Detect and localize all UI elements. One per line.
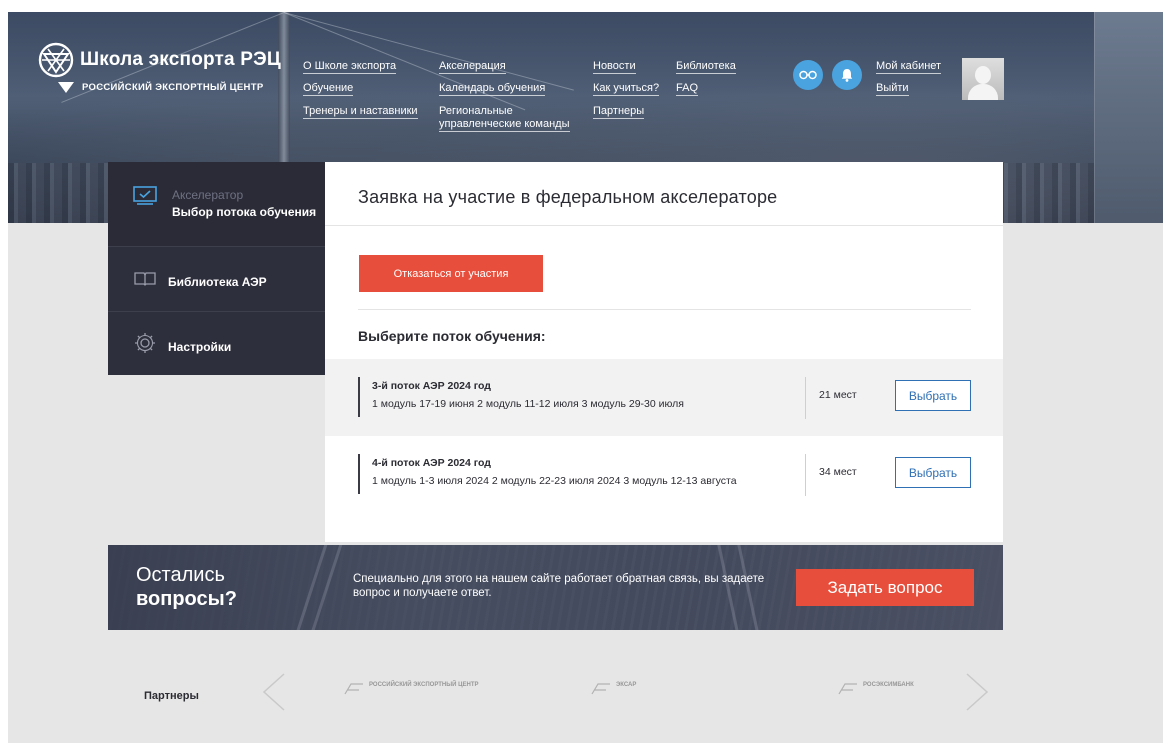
stream-name: 4-й поток АЭР 2024 год: [372, 457, 491, 469]
decline-participation-button[interactable]: Отказаться от участия: [359, 255, 543, 292]
user-avatar[interactable]: [962, 58, 1004, 100]
nav-partners[interactable]: Партнеры: [593, 105, 645, 119]
nav-learning[interactable]: Обучение: [303, 82, 354, 96]
hero-right-strip: [1094, 12, 1163, 223]
partner-logo[interactable]: ЭКСАР: [590, 682, 636, 696]
title-divider: [325, 225, 1003, 226]
select-stream-button[interactable]: Выбрать: [895, 380, 971, 411]
triangle-icon: [58, 82, 74, 93]
stream-name: 3-й поток АЭР 2024 год: [372, 380, 491, 392]
gear-icon: [135, 333, 155, 353]
stream-dates: 1 модуль 17-19 июня 2 модуль 11-12 июля …: [372, 398, 684, 410]
questions-banner: Остались вопросы? Специально для этого н…: [108, 545, 1003, 630]
nav-faq[interactable]: FAQ: [676, 82, 699, 96]
questions-text: Специально для этого на нашем сайте рабо…: [353, 573, 765, 599]
stream-divider: [805, 377, 806, 419]
partner-logo[interactable]: РОССИЙСКИЙ ЭКСПОРТНЫЙ ЦЕНТР: [343, 682, 479, 696]
partners-label: Партнеры: [144, 690, 199, 702]
ask-question-button[interactable]: Задать вопрос: [796, 569, 974, 606]
partner-logo[interactable]: РОСЭКСИМБАНК: [837, 682, 914, 696]
banner-decoration: [301, 545, 348, 630]
page-frame: Школа экспорта РЭЦ РОССИЙСКИЙ ЭКСПОРТНЫЙ…: [8, 12, 1163, 743]
stream-marker: [358, 377, 360, 417]
logo-globe-icon: [38, 42, 74, 78]
book-icon: [134, 272, 156, 286]
stream-marker: [358, 454, 360, 494]
partner-logo-text: ЭКСАР: [616, 682, 637, 688]
nav-library[interactable]: Библиотека: [676, 60, 736, 74]
nav-acceleration[interactable]: Акселерация: [439, 60, 506, 74]
sidebar: Акселератор Выбор потока обучения Библио…: [108, 162, 325, 375]
questions-heading-line1: Остались: [136, 564, 225, 586]
choose-stream-title: Выберите поток обучения:: [358, 328, 546, 344]
page-title: Заявка на участие в федеральном акселера…: [358, 187, 778, 207]
section-divider: [358, 309, 971, 310]
monitor-check-icon: [133, 186, 157, 205]
partner-logo-text: РОССИЙСКИЙ ЭКСПОРТНЫЙ ЦЕНТР: [369, 682, 479, 688]
notifications-button[interactable]: [832, 60, 862, 90]
sidebar-item-label: Библиотека АЭР: [168, 275, 267, 289]
bridge-cable: [283, 12, 574, 91]
avatar-body: [968, 84, 998, 100]
logo-subtitle-text: РОССИЙСКИЙ ЭКСПОРТНЫЙ ЦЕНТР: [82, 82, 264, 93]
partner-logo-text: РОСЭКСИМБАНК: [863, 682, 914, 688]
stream-row: 3-й поток АЭР 2024 год 1 модуль 17-19 ию…: [325, 359, 1003, 436]
nav-regional-teams[interactable]: управленческие команды: [439, 118, 570, 132]
questions-heading-line2: вопросы?: [136, 588, 237, 610]
nav-calendar[interactable]: Календарь обучения: [439, 82, 546, 96]
stream-dates: 1 модуль 1-3 июля 2024 2 модуль 22-23 ию…: [372, 475, 737, 487]
nav-regional[interactable]: Региональные: [439, 105, 513, 118]
stream-row: 4-й поток АЭР 2024 год 1 модуль 1-3 июля…: [325, 436, 1003, 513]
chevron-right-icon[interactable]: [963, 672, 991, 712]
bell-icon: [841, 69, 853, 82]
sidebar-item-label: Настройки: [168, 340, 232, 354]
nav-cabinet[interactable]: Мой кабинет: [876, 60, 942, 74]
chevron-left-icon[interactable]: [260, 672, 288, 712]
nav-trainers[interactable]: Тренеры и наставники: [303, 105, 418, 119]
select-stream-button[interactable]: Выбрать: [895, 457, 971, 488]
avatar-head: [975, 66, 991, 84]
partner-logo-mark-icon: [344, 683, 363, 695]
site-logo[interactable]: Школа экспорта РЭЦ: [38, 42, 281, 78]
nav-news[interactable]: Новости: [593, 60, 636, 74]
stream-seats: 21 мест: [819, 389, 857, 401]
sidebar-item-settings[interactable]: Настройки: [108, 312, 325, 375]
nav-logout[interactable]: Выйти: [876, 82, 909, 96]
glasses-icon: [799, 70, 817, 80]
nav-how-to-learn[interactable]: Как учиться?: [593, 82, 660, 96]
logo-title: Школа экспорта РЭЦ: [80, 49, 281, 70]
partner-logo-mark-icon: [591, 683, 610, 695]
accessibility-button[interactable]: [793, 60, 823, 90]
logo-subtitle: РОССИЙСКИЙ ЭКСПОРТНЫЙ ЦЕНТР: [58, 82, 263, 93]
partner-logo-mark-icon: [838, 683, 857, 695]
sidebar-item-library[interactable]: Библиотека АЭР: [108, 247, 325, 311]
nav-about[interactable]: О Школе экспорта: [303, 60, 397, 74]
sidebar-item-label: Акселератор: [172, 188, 244, 202]
stream-divider: [805, 454, 806, 496]
sidebar-item-sublabel: Выбор потока обучения: [172, 205, 317, 219]
application-card: Заявка на участие в федеральном акселера…: [325, 162, 1003, 542]
stream-seats: 34 мест: [819, 466, 857, 478]
sidebar-item-accelerator[interactable]: Акселератор Выбор потока обучения: [108, 162, 325, 246]
